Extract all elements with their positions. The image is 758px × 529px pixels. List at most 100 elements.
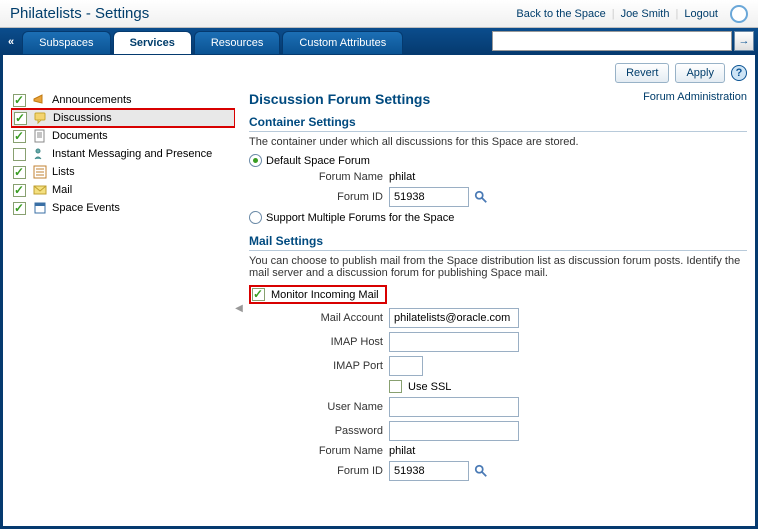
help-icon[interactable]: ? <box>731 65 747 81</box>
checkbox-icon[interactable] <box>13 148 26 161</box>
label-imap-host: IMAP Host <box>249 336 389 348</box>
sidebar-item-space-events[interactable]: Space Events <box>11 199 235 217</box>
radio-icon[interactable] <box>249 211 262 224</box>
input-mail-forum-id[interactable] <box>389 461 469 481</box>
list-icon <box>32 164 48 180</box>
radio-label: Default Space Forum <box>266 155 370 167</box>
label-mail-forum-id: Forum ID <box>249 465 389 477</box>
body: Revert Apply ? Announcements Discussions… <box>2 54 756 527</box>
oracle-logo-icon <box>730 5 748 23</box>
row-password: Password <box>249 419 747 443</box>
tab-resources[interactable]: Resources <box>194 31 281 54</box>
input-password[interactable] <box>389 421 519 441</box>
checkbox-monitor-mail[interactable] <box>252 288 265 301</box>
row-forum-id: Forum ID <box>249 185 747 209</box>
container-settings-desc: The container under which all discussion… <box>249 132 747 152</box>
label-mail-forum-name: Forum Name <box>249 445 389 457</box>
input-imap-host[interactable] <box>389 332 519 352</box>
value-mail-forum-name: philat <box>389 445 415 457</box>
main-panel: Forum Administration Discussion Forum Se… <box>243 91 747 526</box>
header: Philatelists - Settings Back to the Spac… <box>0 0 758 28</box>
content: Announcements Discussions Documents Inst… <box>11 91 747 526</box>
body-wrap: Revert Apply ? Announcements Discussions… <box>0 54 758 529</box>
row-forum-name: Forum Name philat <box>249 169 747 185</box>
document-icon <box>32 128 48 144</box>
collapse-handle-icon[interactable]: ◀ <box>235 303 243 314</box>
input-user-name[interactable] <box>389 397 519 417</box>
page-title: Philatelists - Settings <box>10 5 149 22</box>
label-use-ssl: Use SSL <box>408 381 451 393</box>
input-mail-account[interactable] <box>389 308 519 328</box>
tab-subspaces[interactable]: Subspaces <box>22 31 110 54</box>
tab-services[interactable]: Services <box>113 31 192 54</box>
mail-icon <box>32 182 48 198</box>
checkbox-icon[interactable] <box>14 112 27 125</box>
forum-admin-link[interactable]: Forum Administration <box>643 91 747 103</box>
label-password: Password <box>249 425 389 437</box>
sidebar-item-im[interactable]: Instant Messaging and Presence <box>11 145 235 163</box>
mail-settings-desc: You can choose to publish mail from the … <box>249 251 747 283</box>
back-link[interactable]: Back to the Space <box>516 8 605 20</box>
calendar-icon <box>32 200 48 216</box>
label-mail-account: Mail Account <box>249 312 389 324</box>
sidebar-item-announcements[interactable]: Announcements <box>11 91 235 109</box>
sidebar-item-label: Discussions <box>53 112 112 124</box>
lookup-icon[interactable] <box>473 189 489 205</box>
radio-default-forum[interactable]: Default Space Forum <box>249 152 747 169</box>
tab-bar: « Subspaces Services Resources Custom At… <box>0 28 758 54</box>
search-go-icon[interactable]: → <box>734 31 754 51</box>
search-input[interactable] <box>492 31 732 51</box>
label-user-name: User Name <box>249 401 389 413</box>
im-icon <box>32 146 48 162</box>
value-forum-name: philat <box>389 171 415 183</box>
logout-link[interactable]: Logout <box>684 8 718 20</box>
header-links: Back to the Space | Joe Smith | Logout <box>516 5 748 23</box>
container-settings-head: Container Settings <box>249 115 747 132</box>
label-imap-port: IMAP Port <box>249 360 389 372</box>
row-mail-account: Mail Account <box>249 306 747 330</box>
checkbox-use-ssl[interactable] <box>389 380 402 393</box>
sidebar-item-label: Announcements <box>52 94 132 106</box>
radio-multiple-forums[interactable]: Support Multiple Forums for the Space <box>249 209 747 226</box>
user-link[interactable]: Joe Smith <box>621 8 670 20</box>
back-chevrons-icon[interactable]: « <box>4 36 22 54</box>
sidebar-item-documents[interactable]: Documents <box>11 127 235 145</box>
checkbox-icon[interactable] <box>13 94 26 107</box>
row-imap-host: IMAP Host <box>249 330 747 354</box>
checkbox-icon[interactable] <box>13 130 26 143</box>
sidebar-item-label: Instant Messaging and Presence <box>52 148 212 160</box>
sidebar-item-mail[interactable]: Mail <box>11 181 235 199</box>
sidebar-item-label: Lists <box>52 166 75 178</box>
splitter: ◀ <box>235 91 243 526</box>
input-imap-port[interactable] <box>389 356 423 376</box>
checkbox-icon[interactable] <box>13 166 26 179</box>
search-wrap: → <box>492 31 754 51</box>
sidebar-item-label: Documents <box>52 130 108 142</box>
row-use-ssl: Use SSL <box>249 378 747 395</box>
input-forum-id[interactable] <box>389 187 469 207</box>
sidebar-item-label: Mail <box>52 184 72 196</box>
top-buttons: Revert Apply ? <box>11 63 747 83</box>
mail-settings-head: Mail Settings <box>249 234 747 251</box>
apply-button[interactable]: Apply <box>675 63 725 83</box>
monitor-mail-label: Monitor Incoming Mail <box>271 289 379 301</box>
megaphone-icon <box>32 92 48 108</box>
checkbox-icon[interactable] <box>13 184 26 197</box>
row-mail-forum-id: Forum ID <box>249 459 747 483</box>
label-forum-name: Forum Name <box>249 171 389 183</box>
lookup-icon[interactable] <box>473 463 489 479</box>
sidebar-item-discussions[interactable]: Discussions <box>11 109 235 127</box>
row-mail-forum-name: Forum Name philat <box>249 443 747 459</box>
checkbox-icon[interactable] <box>13 202 26 215</box>
chat-bubble-icon <box>33 110 49 126</box>
label-forum-id: Forum ID <box>249 191 389 203</box>
row-imap-port: IMAP Port <box>249 354 747 378</box>
radio-label: Support Multiple Forums for the Space <box>266 212 454 224</box>
revert-button[interactable]: Revert <box>615 63 669 83</box>
sidebar-item-lists[interactable]: Lists <box>11 163 235 181</box>
monitor-mail-callout: Monitor Incoming Mail <box>249 285 387 304</box>
row-user-name: User Name <box>249 395 747 419</box>
sidebar: Announcements Discussions Documents Inst… <box>11 91 235 526</box>
radio-icon[interactable] <box>249 154 262 167</box>
tab-custom-attributes[interactable]: Custom Attributes <box>282 31 403 54</box>
